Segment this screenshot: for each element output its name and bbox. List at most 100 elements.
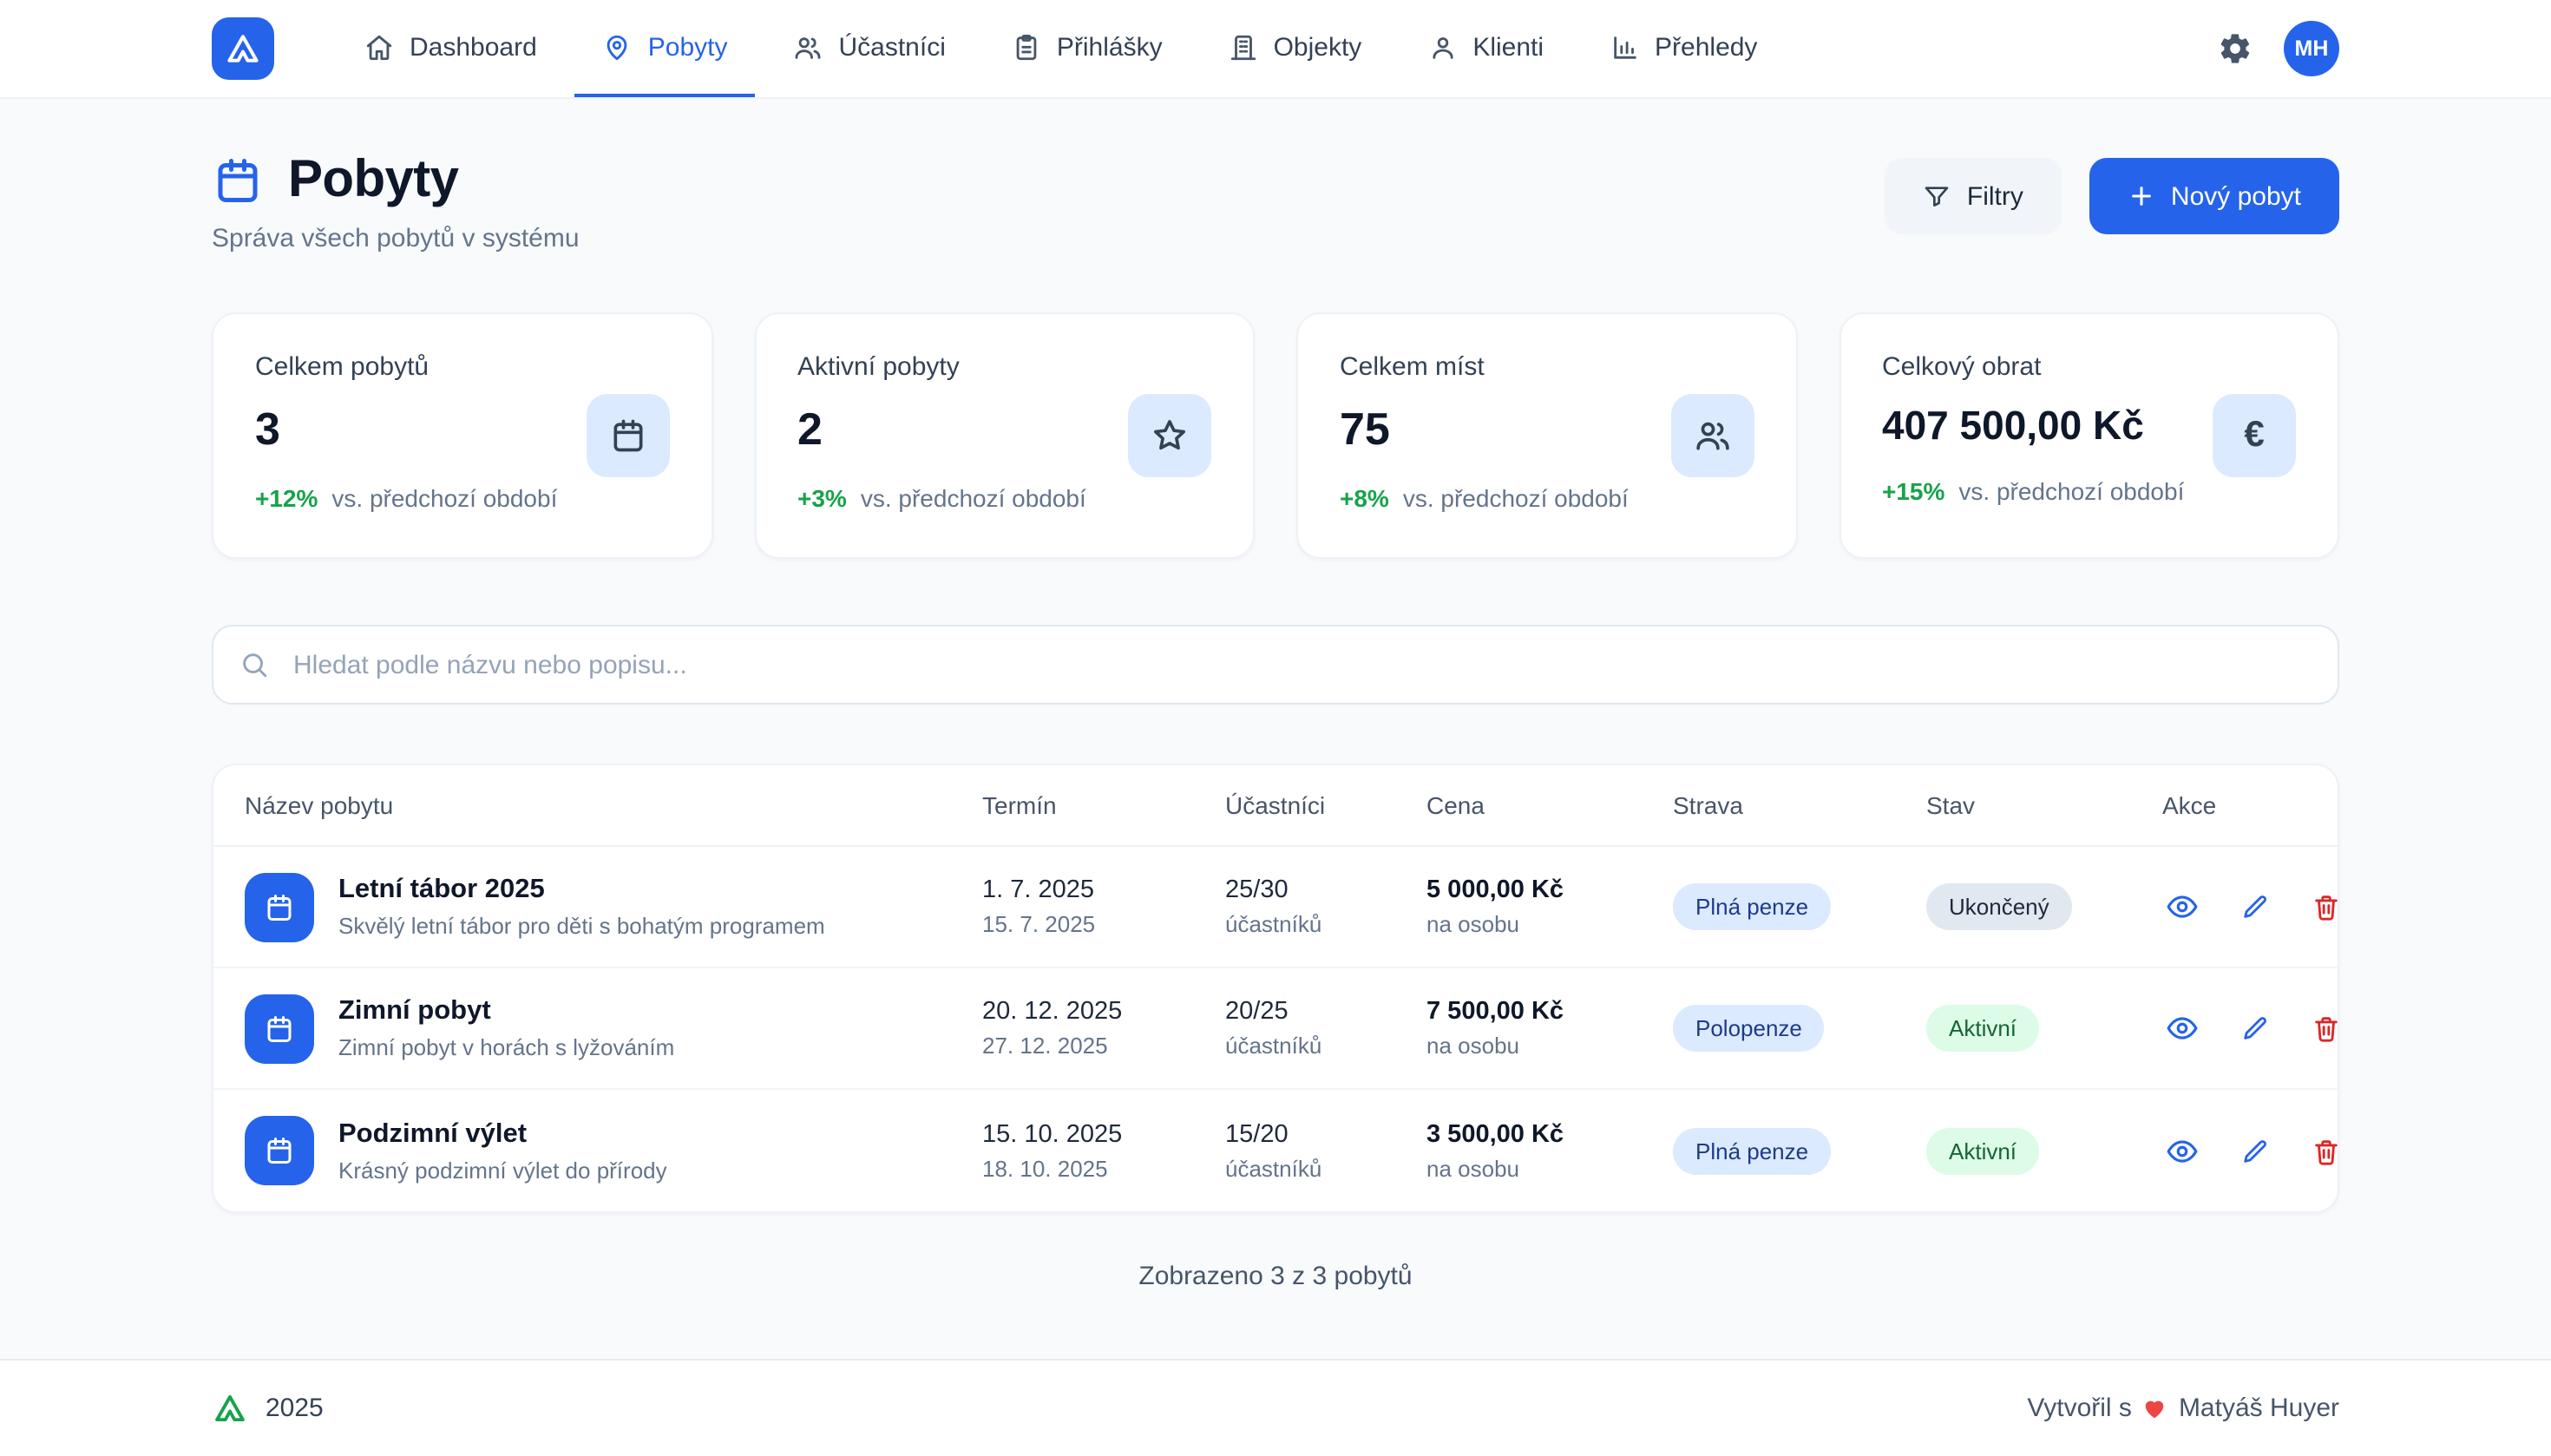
stat-delta-note: vs. předchozí období — [1958, 477, 2184, 505]
stay-description: Skvělý letní tábor pro děti s bohatým pr… — [338, 913, 825, 939]
stat-delta-note: vs. předchozí období — [331, 484, 557, 512]
column-header: Akce — [2162, 791, 2306, 819]
trash-icon — [2312, 892, 2339, 921]
view-button[interactable] — [2162, 1131, 2202, 1171]
stat-label: Celkem pobytů — [255, 352, 669, 382]
delete-button[interactable] — [2308, 889, 2339, 925]
edit-button[interactable] — [2237, 1132, 2273, 1169]
nav-item-dashboard[interactable]: Dashboard — [337, 0, 565, 97]
delete-button[interactable] — [2308, 1010, 2339, 1046]
stat-delta: +8% — [1340, 484, 1389, 512]
settings-button[interactable] — [2218, 31, 2253, 66]
edit-button[interactable] — [2237, 1010, 2273, 1046]
nav-item-pobyty[interactable]: Pobyty — [575, 0, 756, 97]
trash-icon — [2312, 1136, 2339, 1165]
edit-button[interactable] — [2237, 889, 2273, 925]
date-to: 27. 12. 2025 — [982, 1033, 1225, 1059]
stay-name: Zimní pobyt — [338, 996, 674, 1027]
nav-item-label: Přihlášky — [1057, 32, 1163, 62]
view-button[interactable] — [2162, 887, 2202, 927]
stat-delta-note: vs. předchozí období — [1403, 484, 1629, 512]
column-header: Cena — [1426, 791, 1673, 819]
calendar-icon — [245, 994, 314, 1063]
table-row: Zimní pobyt Zimní pobyt v horách s lyžov… — [213, 968, 2338, 1090]
new-stay-button-label: Nový pobyt — [2171, 181, 2301, 211]
nav-item-prihlasky[interactable]: Přihlášky — [984, 0, 1190, 97]
nav-item-prehledy[interactable]: Přehledy — [1582, 0, 1785, 97]
participants-count: 20/25 — [1225, 998, 1426, 1026]
stat-label: Celkový obrat — [1882, 352, 2296, 382]
eye-icon — [2166, 1012, 2199, 1045]
page-content: Pobyty Správa všech pobytů v systému Fil… — [0, 99, 2551, 1359]
footer-credit-name: Matyáš Huyer — [2179, 1394, 2339, 1423]
calendar-icon — [245, 1116, 314, 1185]
nav-item-label: Účastníci — [839, 32, 946, 62]
page-title: Pobyty — [288, 151, 458, 210]
participants-count: 25/30 — [1225, 876, 1426, 904]
price-unit: na osobu — [1426, 1033, 1673, 1059]
nav-item-label: Přehledy — [1655, 32, 1757, 62]
star-icon — [1128, 394, 1211, 477]
eye-icon — [2166, 890, 2199, 923]
participants-label: účastníků — [1225, 1033, 1426, 1059]
table-row: Letní tábor 2025 Skvělý letní tábor pro … — [213, 847, 2338, 968]
bar-chart-icon — [1610, 32, 1639, 62]
search-input[interactable] — [212, 625, 2339, 705]
heart-icon — [2142, 1395, 2168, 1421]
top-navbar: Dashboard Pobyty Účastníci — [0, 0, 2551, 99]
stat-label: Aktivní pobyty — [797, 352, 1211, 382]
price-unit: na osobu — [1426, 911, 1673, 937]
pencil-icon — [2240, 1013, 2270, 1043]
stat-delta-note: vs. předchozí období — [861, 484, 1086, 512]
new-stay-button[interactable]: Nový pobyt — [2089, 158, 2339, 234]
building-icon — [1229, 32, 1258, 62]
stay-description: Krásný podzimní výlet do přírody — [338, 1157, 667, 1183]
meal-badge: Polopenze — [1673, 1005, 1825, 1052]
status-badge: Aktivní — [1926, 1127, 2039, 1174]
date-from: 1. 7. 2025 — [982, 876, 1225, 904]
price: 7 500,00 Kč — [1426, 998, 1673, 1026]
nav-item-ucastnici[interactable]: Účastníci — [766, 0, 974, 97]
stay-name: Podzimní výlet — [338, 1118, 667, 1150]
filters-button[interactable]: Filtry — [1885, 158, 2062, 234]
user-avatar[interactable]: MH — [2284, 21, 2339, 76]
users-icon — [1670, 394, 1754, 477]
footer: 2025 Vytvořil s Matyáš Huyer — [0, 1359, 2551, 1456]
nav-item-label: Pobyty — [648, 32, 728, 62]
tent-logo-icon — [212, 1390, 248, 1426]
nav-item-klienti[interactable]: Klienti — [1400, 0, 1571, 97]
eye-icon — [2166, 1134, 2199, 1167]
stat-card-total-stays: Celkem pobytů 3 +12% vs. předchozí obdob… — [212, 312, 712, 559]
participants-count: 15/20 — [1225, 1120, 1426, 1148]
stay-description: Zimní pobyt v horách s lyžováním — [338, 1034, 674, 1060]
status-badge: Aktivní — [1926, 1005, 2039, 1052]
date-from: 20. 12. 2025 — [982, 998, 1225, 1026]
stays-table: Název pobytu Termín Účastníci Cena Strav… — [212, 764, 2339, 1213]
trash-icon — [2312, 1013, 2339, 1043]
stats-row: Celkem pobytů 3 +12% vs. předchozí obdob… — [212, 312, 2339, 559]
column-header: Strava — [1673, 791, 1926, 819]
gear-icon — [2218, 31, 2253, 66]
pencil-icon — [2240, 1136, 2270, 1165]
stat-card-total-revenue: Celkový obrat 407 500,00 Kč +15% vs. pře… — [1839, 312, 2339, 559]
stat-delta: +3% — [797, 484, 847, 512]
app-root: Dashboard Pobyty Účastníci — [0, 0, 2551, 1456]
pencil-icon — [2240, 892, 2270, 921]
app-logo[interactable] — [212, 17, 274, 80]
page-subtitle: Správa všech pobytů v systému — [212, 224, 580, 253]
price: 5 000,00 Kč — [1426, 876, 1673, 904]
nav-item-objekty[interactable]: Objekty — [1201, 0, 1390, 97]
view-button[interactable] — [2162, 1008, 2202, 1048]
clipboard-icon — [1012, 32, 1041, 62]
table-summary: Zobrazeno 3 z 3 pobytů — [212, 1262, 2339, 1291]
column-header: Termín — [982, 791, 1225, 819]
meal-badge: Plná penze — [1673, 883, 1831, 930]
delete-button[interactable] — [2308, 1132, 2339, 1169]
status-badge: Ukončený — [1926, 883, 2072, 930]
column-header: Stav — [1926, 791, 2162, 819]
filters-button-label: Filtry — [1967, 181, 2023, 211]
footer-credit-prefix: Vytvořil s — [2027, 1394, 2132, 1423]
participants-label: účastníků — [1225, 911, 1426, 937]
main-nav: Dashboard Pobyty Účastníci — [337, 0, 1785, 97]
stat-card-active-stays: Aktivní pobyty 2 +3% vs. předchozí obdob… — [754, 312, 1255, 559]
